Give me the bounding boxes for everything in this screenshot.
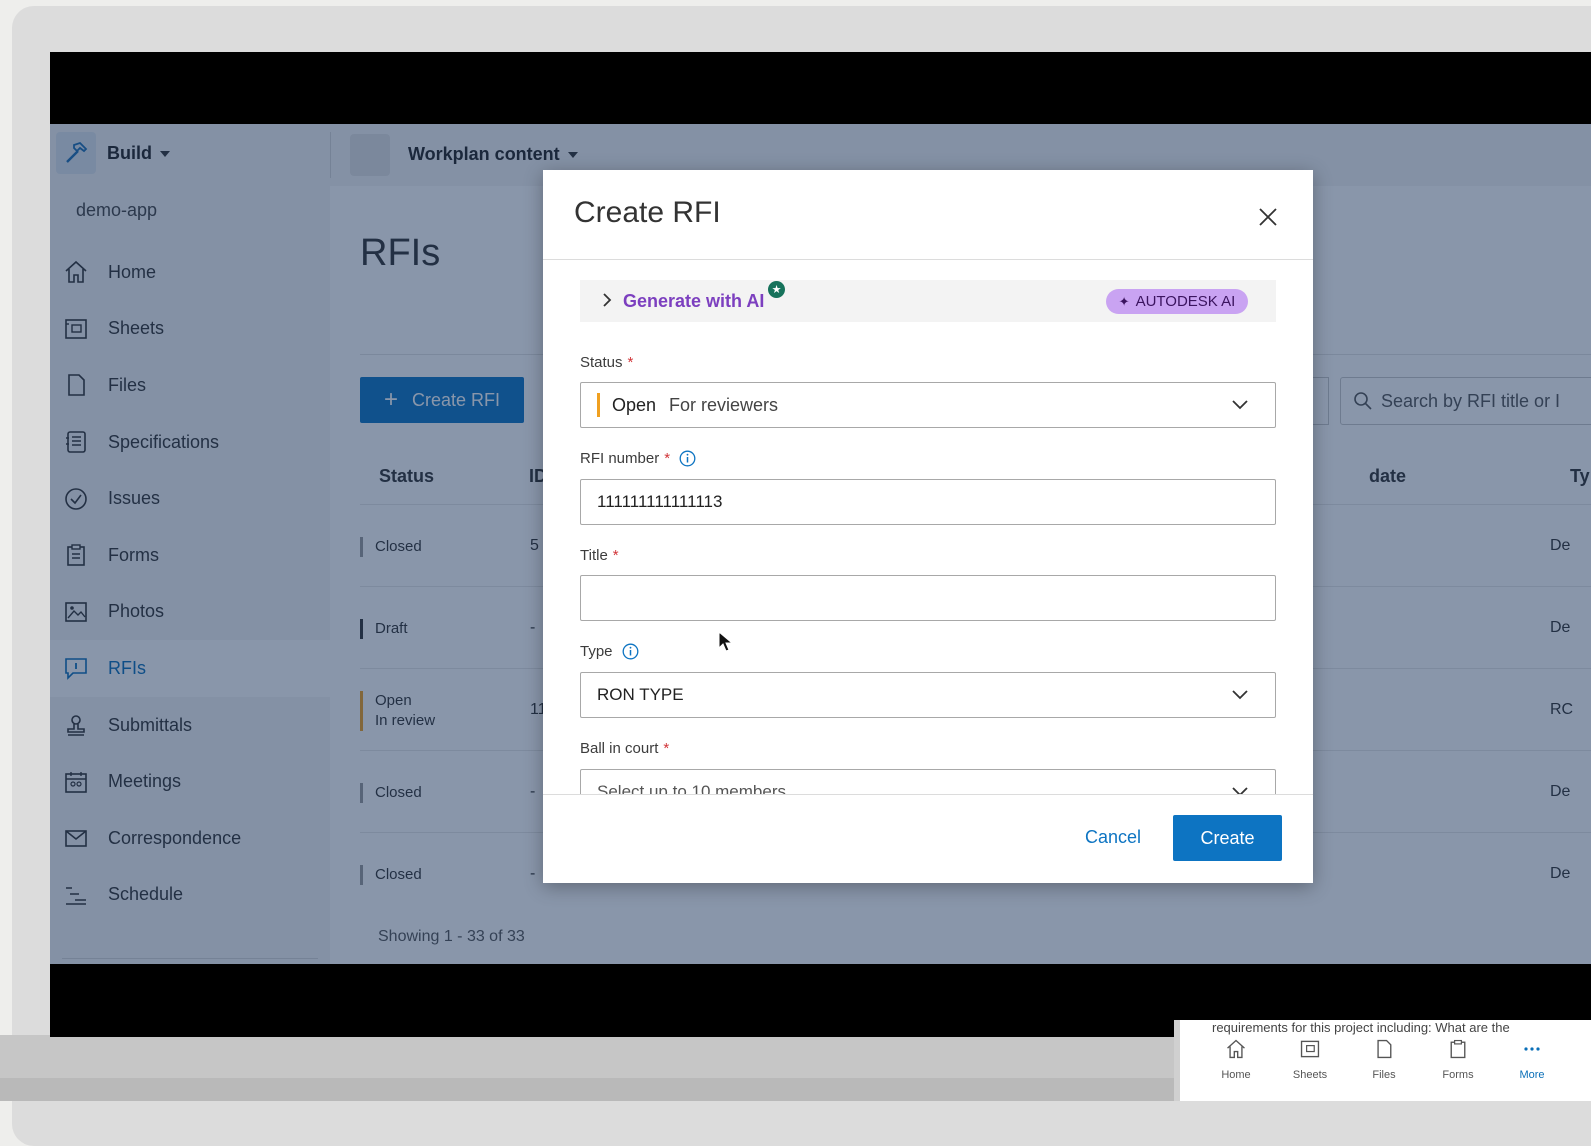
chevron-right-icon <box>600 291 614 309</box>
status-label-text: Status <box>580 354 623 371</box>
ball-in-court-label-text: Ball in court <box>580 740 658 757</box>
type-label-text: Type <box>580 643 613 660</box>
mobile-preview: requirements for this project including:… <box>1174 1020 1591 1101</box>
mobile-tab-label: More <box>1502 1069 1562 1081</box>
required-marker: * <box>613 547 619 564</box>
cancel-button[interactable]: Cancel <box>1069 815 1157 859</box>
sparkle-icon: ✦ <box>1119 294 1130 310</box>
rfi-number-field-label: RFI number * <box>580 450 696 467</box>
mobile-tab-sheets[interactable]: Sheets <box>1280 1038 1340 1081</box>
info-icon[interactable] <box>679 450 696 467</box>
required-marker: * <box>628 354 634 371</box>
mobile-tab-forms[interactable]: Forms <box>1428 1038 1488 1081</box>
status-color-bar <box>597 393 600 417</box>
title-label-text: Title <box>580 547 608 564</box>
title-input[interactable] <box>580 575 1276 621</box>
status-subvalue: For reviewers <box>669 395 778 416</box>
create-button[interactable]: Create <box>1173 815 1282 861</box>
ball-in-court-placeholder: Select up to 10 members <box>597 782 786 794</box>
mobile-tab-label: Forms <box>1428 1069 1488 1081</box>
files-icon <box>1373 1038 1395 1060</box>
dialog-footer-divider <box>543 794 1313 795</box>
info-icon[interactable] <box>622 643 639 660</box>
mobile-tab-label: Files <box>1354 1069 1414 1081</box>
status-field-label: Status * <box>580 354 633 371</box>
more-icon <box>1521 1038 1543 1060</box>
mouse-cursor-icon <box>718 631 734 653</box>
sheets-icon <box>1299 1038 1321 1060</box>
required-marker: * <box>664 450 670 467</box>
mobile-tab-more[interactable]: More <box>1502 1038 1562 1081</box>
chevron-down-icon <box>1231 397 1249 411</box>
autodesk-ai-badge: ✦ AUTODESK AI <box>1106 289 1248 314</box>
mobile-text-snippet: requirements for this project including:… <box>1212 1020 1510 1035</box>
mobile-tab-label: Home <box>1206 1069 1266 1081</box>
create-rfi-dialog: Create RFI Generate with AI ★ ✦ AUTODESK … <box>543 170 1313 883</box>
autodesk-ai-label: AUTODESK AI <box>1136 293 1236 310</box>
required-marker: * <box>663 740 669 757</box>
app-window: Build Workplan content demo-app Home She… <box>50 124 1591 964</box>
type-value: RON TYPE <box>597 685 684 705</box>
dialog-body[interactable]: Generate with AI ★ ✦AUTODESK AI Status* … <box>543 260 1313 794</box>
mobile-tab-label: Sheets <box>1280 1069 1340 1081</box>
close-button[interactable] <box>1251 200 1285 234</box>
generate-with-ai-label: Generate with AI <box>623 291 764 312</box>
ball-in-court-field-label: Ball in court * <box>580 740 669 757</box>
ball-in-court-select[interactable]: Select up to 10 members <box>580 769 1276 794</box>
screen: Build Workplan content demo-app Home She… <box>50 52 1591 1037</box>
rfi-number-label-text: RFI number <box>580 450 659 467</box>
rfi-number-value: 111111111111113 <box>597 492 722 512</box>
status-select[interactable]: Open For reviewers <box>580 382 1276 428</box>
mobile-tab-files[interactable]: Files <box>1354 1038 1414 1081</box>
status-value: Open <box>612 395 656 416</box>
star-badge-icon: ★ <box>768 281 785 298</box>
forms-icon <box>1447 1038 1469 1060</box>
type-select[interactable]: RON TYPE <box>580 672 1276 718</box>
close-icon <box>1257 206 1279 228</box>
title-field-label: Title * <box>580 547 619 564</box>
generate-with-ai-panel[interactable]: Generate with AI ★ ✦ AUTODESK AI <box>580 280 1276 322</box>
dialog-title: Create RFI <box>574 196 721 230</box>
type-field-label: Type <box>580 643 639 660</box>
chevron-down-icon <box>1231 784 1249 794</box>
mobile-tab-home[interactable]: Home <box>1206 1038 1266 1081</box>
rfi-number-input[interactable]: 111111111111113 <box>580 479 1276 525</box>
chevron-down-icon <box>1231 687 1249 701</box>
home-icon <box>1225 1038 1247 1060</box>
